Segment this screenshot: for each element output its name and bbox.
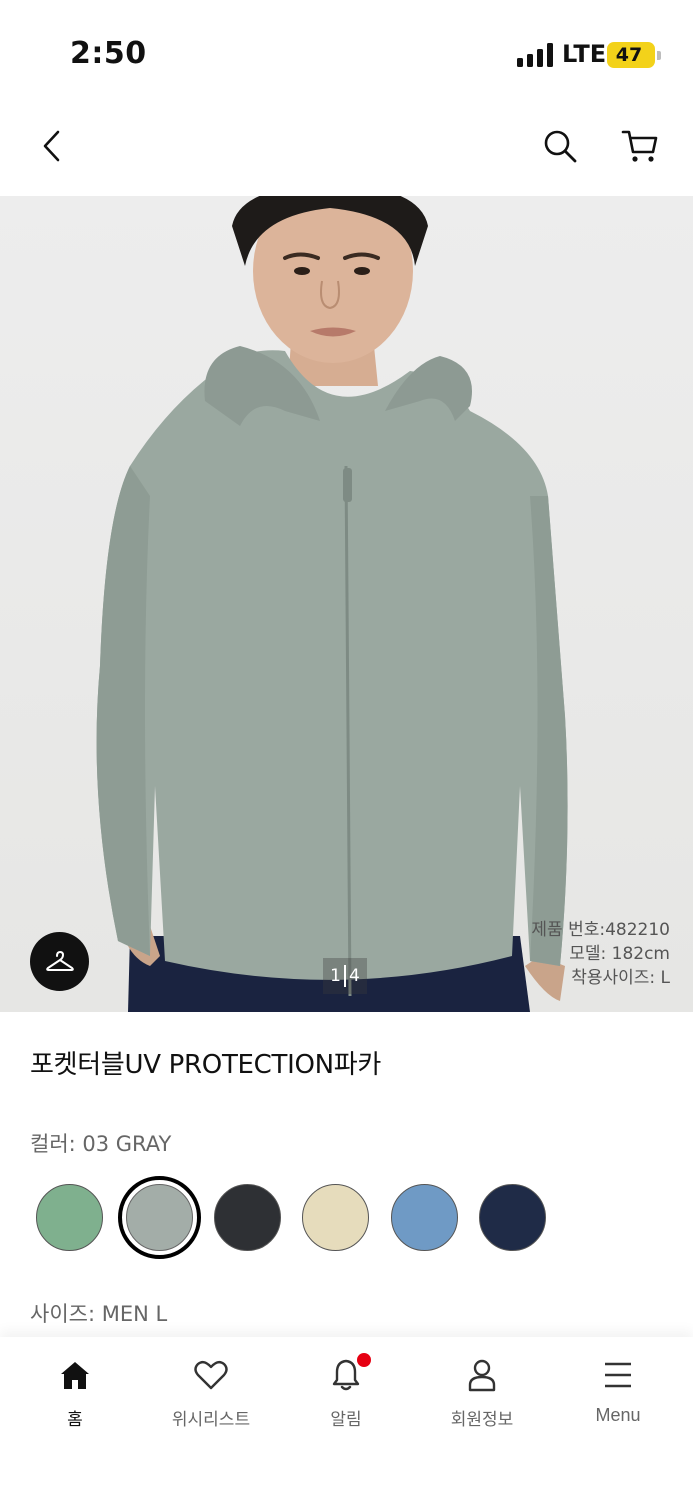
menu-icon [605,1362,631,1388]
alert-dot [357,1353,371,1367]
cart-button[interactable] [612,118,668,174]
color-swatch[interactable] [302,1184,369,1251]
network-type: LTE [562,40,607,68]
color-swatch[interactable] [214,1184,281,1251]
nav-label-member: 회원정보 [450,1410,514,1430]
nav-label-menu: Menu [595,1405,641,1425]
nav-label-home: 홈 [67,1410,83,1430]
fitting-button[interactable] [30,932,89,991]
bottom-nav: 홈 위시리스트 알림 회원정보 Menu [0,1337,693,1500]
home-icon [61,1362,89,1389]
product-number: 제품 번호:482210 [531,920,670,940]
signal-icon [517,43,555,67]
search-icon [544,130,577,163]
back-button[interactable] [24,118,80,174]
pager-current: 1 [330,966,341,986]
nav-member[interactable]: 회원정보 [427,1357,537,1437]
status-time: 2:50 [70,36,147,71]
pager-total: 4 [349,966,360,986]
user-icon [468,1359,496,1392]
size-label: 사이즈: MEN L [30,1302,168,1326]
color-swatch[interactable] [479,1184,546,1251]
status-bar: 2:50 LTE 47 [0,0,693,100]
image-pager: 1 4 [323,958,367,994]
product-image[interactable]: 제품 번호:482210 모델: 182cm 착용사이즈: L 1 4 [0,196,693,1012]
cart-icon [621,130,658,162]
nav-menu[interactable]: Menu [563,1357,673,1437]
nav-label-wishlist: 위시리스트 [171,1410,251,1430]
model-info: 제품 번호:482210 모델: 182cm 착용사이즈: L [531,918,670,990]
hanger-icon [45,950,74,971]
color-swatch[interactable] [118,1176,201,1259]
heart-icon [194,1360,228,1390]
color-swatch[interactable] [391,1184,458,1251]
nav-wishlist[interactable]: 위시리스트 [156,1357,266,1437]
model-height: 모델: 182cm [569,944,670,964]
color-swatch[interactable] [36,1184,103,1251]
chevron-left-icon [43,130,60,162]
product-title: 포켓터블UV PROTECTION파카 [30,1050,382,1080]
battery-level: 47 [615,44,643,66]
product-photo [96,196,568,1012]
search-button[interactable] [532,118,588,174]
app-header [0,100,693,196]
nav-label-alerts: 알림 [330,1410,362,1430]
nav-alerts[interactable]: 알림 [291,1353,401,1437]
nav-home[interactable]: 홈 [20,1357,130,1437]
color-label: 컬러: 03 GRAY [30,1132,172,1156]
bell-icon [332,1359,360,1391]
model-size: 착용사이즈: L [571,968,670,988]
battery-icon: 47 [607,42,661,68]
color-swatches [30,1176,670,1260]
